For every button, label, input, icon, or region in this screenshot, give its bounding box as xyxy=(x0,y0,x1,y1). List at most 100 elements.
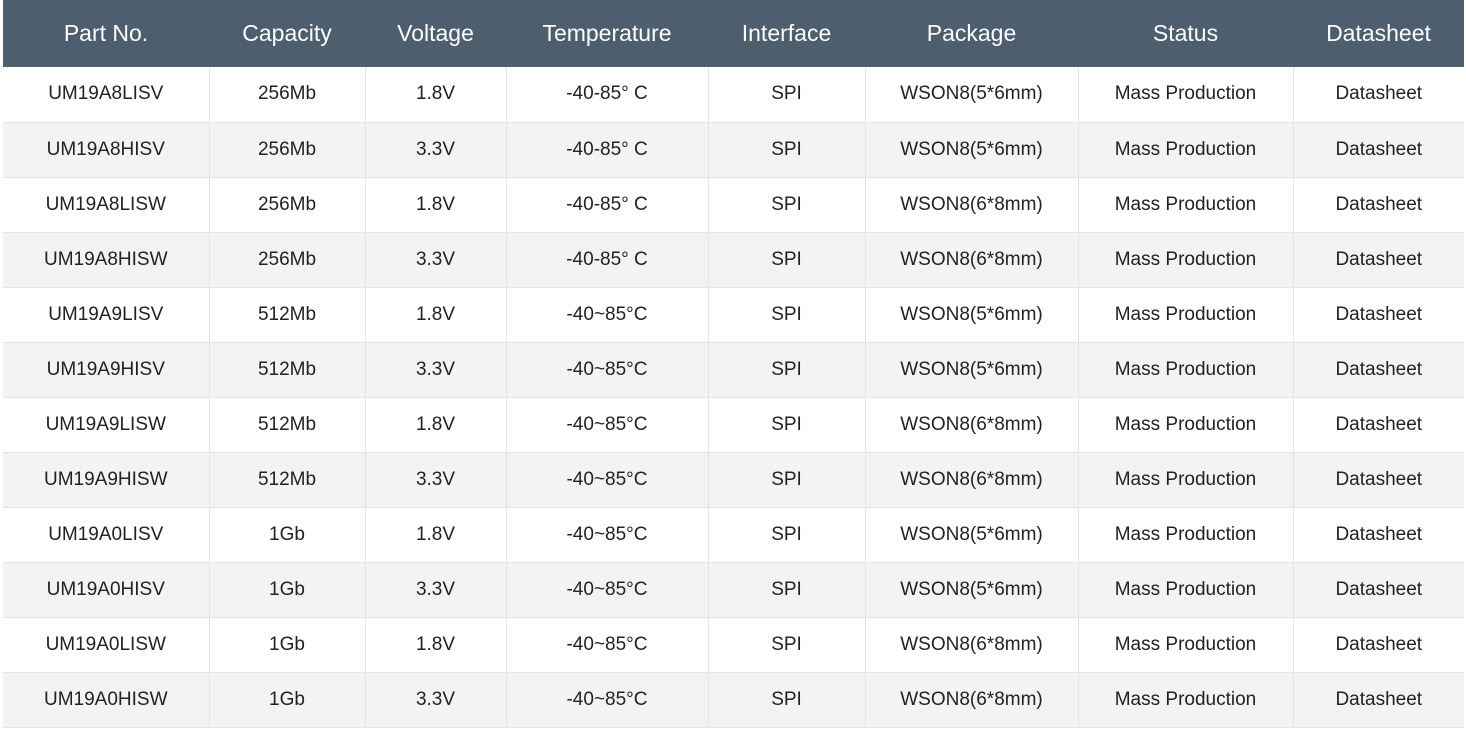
capacity-cell: 256Mb xyxy=(209,232,366,288)
header-temperature[interactable]: Temperature xyxy=(506,0,708,67)
voltage-cell: 1.8V xyxy=(365,287,507,343)
datasheet-link[interactable]: Datasheet xyxy=(1293,342,1464,398)
datasheet-link[interactable]: Datasheet xyxy=(1293,177,1464,233)
voltage-cell: 3.3V xyxy=(365,672,507,728)
product-table-container: Part No. Capacity Voltage Temperature In… xyxy=(3,0,1464,728)
part-no-cell: UM19A9LISV xyxy=(3,287,210,343)
part-no-cell: UM19A0LISV xyxy=(3,507,210,563)
interface-cell: SPI xyxy=(708,232,866,288)
voltage-cell: 1.8V xyxy=(365,177,507,233)
table-row: UM19A0LISW 1Gb 1.8V -40~85°C SPI WSON8(6*8mm)… xyxy=(3,617,1464,673)
temperature-cell: -40~85°C xyxy=(506,562,709,618)
datasheet-link[interactable]: Datasheet xyxy=(1293,562,1464,618)
status-cell: Mass Production xyxy=(1078,342,1294,398)
package-cell: WSON8(6*8mm) xyxy=(865,397,1079,453)
package-cell: WSON8(5*6mm) xyxy=(865,287,1079,343)
table-row: UM19A8HISV 256Mb 3.3V -40-85° C SPI WSON8(5*6… xyxy=(3,122,1464,178)
voltage-cell: 3.3V xyxy=(365,452,507,508)
datasheet-link[interactable]: Datasheet xyxy=(1293,672,1464,728)
temperature-cell: -40~85°C xyxy=(506,672,709,728)
part-no-cell: UM19A8HISW xyxy=(3,232,210,288)
part-no-cell: UM19A0HISW xyxy=(3,672,210,728)
capacity-cell: 256Mb xyxy=(209,67,366,123)
table-header: Part No. Capacity Voltage Temperature In… xyxy=(3,0,1464,67)
part-no-cell: UM19A8LISV xyxy=(3,67,210,123)
capacity-cell: 1Gb xyxy=(209,617,366,673)
part-no-cell: UM19A9HISV xyxy=(3,342,210,398)
temperature-cell: -40-85° C xyxy=(506,67,709,123)
voltage-cell: 1.8V xyxy=(365,507,507,563)
datasheet-link[interactable]: Datasheet xyxy=(1293,232,1464,288)
capacity-cell: 512Mb xyxy=(209,452,366,508)
package-cell: WSON8(6*8mm) xyxy=(865,617,1079,673)
status-cell: Mass Production xyxy=(1078,672,1294,728)
package-cell: WSON8(6*8mm) xyxy=(865,232,1079,288)
header-package[interactable]: Package xyxy=(865,0,1078,67)
capacity-cell: 512Mb xyxy=(209,342,366,398)
package-cell: WSON8(6*8mm) xyxy=(865,177,1079,233)
header-status[interactable]: Status xyxy=(1078,0,1293,67)
header-capacity[interactable]: Capacity xyxy=(209,0,365,67)
status-cell: Mass Production xyxy=(1078,177,1294,233)
status-cell: Mass Production xyxy=(1078,122,1294,178)
part-no-cell: UM19A0LISW xyxy=(3,617,210,673)
datasheet-link[interactable]: Datasheet xyxy=(1293,287,1464,343)
table-row: UM19A0LISV 1Gb 1.8V -40~85°C SPI WSON8(5*6mm)… xyxy=(3,507,1464,563)
package-cell: WSON8(5*6mm) xyxy=(865,67,1079,123)
capacity-cell: 1Gb xyxy=(209,507,366,563)
datasheet-link[interactable]: Datasheet xyxy=(1293,452,1464,508)
status-cell: Mass Production xyxy=(1078,617,1294,673)
table-body: UM19A8LISV 256Mb 1.8V -40-85° C SPI WSON8(5*6… xyxy=(3,67,1464,728)
temperature-cell: -40~85°C xyxy=(506,452,709,508)
temperature-cell: -40~85°C xyxy=(506,342,709,398)
part-no-cell: UM19A9LISW xyxy=(3,397,210,453)
package-cell: WSON8(6*8mm) xyxy=(865,672,1079,728)
voltage-cell: 1.8V xyxy=(365,397,507,453)
table-row: UM19A9LISW 512Mb 1.8V -40~85°C SPI WSON8(6*8m… xyxy=(3,397,1464,453)
interface-cell: SPI xyxy=(708,122,866,178)
capacity-cell: 512Mb xyxy=(209,287,366,343)
temperature-cell: -40-85° C xyxy=(506,122,709,178)
table-row: UM19A8LISV 256Mb 1.8V -40-85° C SPI WSON8(5*6… xyxy=(3,67,1464,123)
datasheet-link[interactable]: Datasheet xyxy=(1293,507,1464,563)
header-interface[interactable]: Interface xyxy=(708,0,865,67)
table-row: UM19A9LISV 512Mb 1.8V -40~85°C SPI WSON8(5*6m… xyxy=(3,287,1464,343)
table-row: UM19A8HISW 256Mb 3.3V -40-85° C SPI WSON8(6*8… xyxy=(3,232,1464,288)
table-row: UM19A0HISV 1Gb 3.3V -40~85°C SPI WSON8(5*6mm)… xyxy=(3,562,1464,618)
part-no-cell: UM19A8LISW xyxy=(3,177,210,233)
interface-cell: SPI xyxy=(708,672,866,728)
datasheet-link[interactable]: Datasheet xyxy=(1293,397,1464,453)
datasheet-link[interactable]: Datasheet xyxy=(1293,617,1464,673)
temperature-cell: -40~85°C xyxy=(506,617,709,673)
header-datasheet[interactable]: Datasheet xyxy=(1293,0,1464,67)
package-cell: WSON8(5*6mm) xyxy=(865,342,1079,398)
table-row: UM19A8LISW 256Mb 1.8V -40-85° C SPI WSON8(6*8… xyxy=(3,177,1464,233)
table-row: UM19A9HISV 512Mb 3.3V -40~85°C SPI WSON8(5*6m… xyxy=(3,342,1464,398)
package-cell: WSON8(5*6mm) xyxy=(865,562,1079,618)
voltage-cell: 1.8V xyxy=(365,67,507,123)
voltage-cell: 3.3V xyxy=(365,342,507,398)
header-part-no[interactable]: Part No. xyxy=(3,0,209,67)
status-cell: Mass Production xyxy=(1078,232,1294,288)
capacity-cell: 256Mb xyxy=(209,122,366,178)
interface-cell: SPI xyxy=(708,177,866,233)
product-table: Part No. Capacity Voltage Temperature In… xyxy=(3,0,1464,728)
datasheet-link[interactable]: Datasheet xyxy=(1293,67,1464,123)
interface-cell: SPI xyxy=(708,397,866,453)
package-cell: WSON8(5*6mm) xyxy=(865,122,1079,178)
interface-cell: SPI xyxy=(708,287,866,343)
status-cell: Mass Production xyxy=(1078,507,1294,563)
header-voltage[interactable]: Voltage xyxy=(365,0,506,67)
package-cell: WSON8(6*8mm) xyxy=(865,452,1079,508)
table-row: UM19A0HISW 1Gb 3.3V -40~85°C SPI WSON8(6*8mm)… xyxy=(3,672,1464,728)
voltage-cell: 3.3V xyxy=(365,232,507,288)
capacity-cell: 1Gb xyxy=(209,562,366,618)
interface-cell: SPI xyxy=(708,507,866,563)
capacity-cell: 512Mb xyxy=(209,397,366,453)
voltage-cell: 3.3V xyxy=(365,562,507,618)
status-cell: Mass Production xyxy=(1078,287,1294,343)
datasheet-link[interactable]: Datasheet xyxy=(1293,122,1464,178)
part-no-cell: UM19A9HISW xyxy=(3,452,210,508)
status-cell: Mass Production xyxy=(1078,452,1294,508)
status-cell: Mass Production xyxy=(1078,67,1294,123)
